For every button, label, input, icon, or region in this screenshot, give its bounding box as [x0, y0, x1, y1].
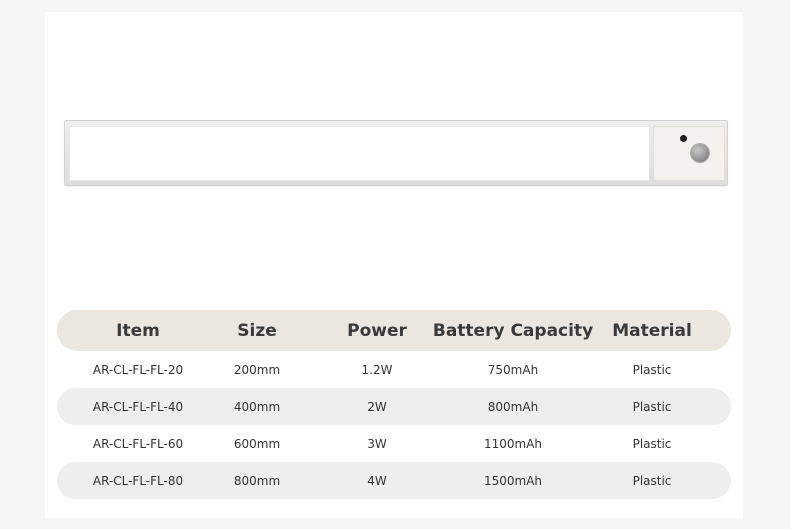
- cell-material: Plastic: [632, 399, 672, 414]
- light-sensor-icon: [680, 135, 687, 142]
- header-item: Item: [116, 320, 160, 341]
- spec-table: Item Size Power Battery Capacity Materia…: [57, 310, 731, 499]
- cell-material: Plastic: [632, 436, 672, 451]
- header-material: Material: [612, 320, 692, 341]
- table-row: AR-CL-FL-FL-60 600mm 3W 1100mAh Plastic: [57, 425, 731, 462]
- table-row: AR-CL-FL-FL-20 200mm 1.2W 750mAh Plastic: [57, 351, 731, 388]
- cell-item: AR-CL-FL-FL-40: [92, 399, 184, 414]
- header-power: Power: [347, 320, 407, 341]
- cell-battery: 750mAh: [487, 362, 539, 377]
- cell-item: AR-CL-FL-FL-20: [92, 362, 184, 377]
- cell-battery: 1500mAh: [483, 473, 543, 488]
- cell-item: AR-CL-FL-FL-80: [92, 473, 184, 488]
- cell-power: 4W: [367, 473, 387, 488]
- cell-battery: 1100mAh: [483, 436, 543, 451]
- table-row: AR-CL-FL-FL-80 800mm 4W 1500mAh Plastic: [57, 462, 731, 499]
- sensor-end-cap: [653, 126, 725, 181]
- table-header-row: Item Size Power Battery Capacity Materia…: [57, 310, 731, 351]
- motion-sensor-icon: [691, 144, 709, 162]
- cell-power: 2W: [367, 399, 387, 414]
- cell-power: 1.2W: [361, 362, 393, 377]
- cell-size: 400mm: [233, 399, 281, 414]
- cell-power: 3W: [367, 436, 387, 451]
- cell-size: 600mm: [233, 436, 281, 451]
- led-light-bar-image: [64, 120, 728, 186]
- cell-size: 800mm: [233, 473, 281, 488]
- header-battery-capacity: Battery Capacity: [432, 320, 594, 341]
- cell-material: Plastic: [632, 362, 672, 377]
- cell-size: 200mm: [233, 362, 281, 377]
- header-size: Size: [237, 320, 277, 341]
- cell-material: Plastic: [632, 473, 672, 488]
- cell-item: AR-CL-FL-FL-60: [92, 436, 184, 451]
- light-diffuser-panel: [69, 126, 650, 181]
- cell-battery: 800mAh: [487, 399, 539, 414]
- table-row: AR-CL-FL-FL-40 400mm 2W 800mAh Plastic: [57, 388, 731, 425]
